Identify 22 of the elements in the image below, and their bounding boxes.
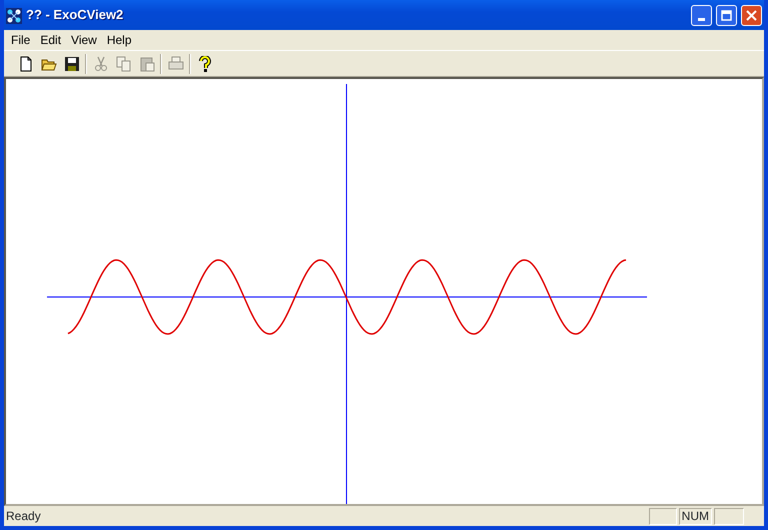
status-pane — [714, 508, 744, 524]
printer-icon — [168, 56, 184, 72]
app-icon — [6, 8, 22, 24]
clipboard-icon — [138, 56, 154, 72]
question-mark-icon — [196, 56, 212, 72]
scissors-icon — [92, 56, 108, 72]
menu-item[interactable]: Edit — [35, 31, 66, 49]
close-icon — [746, 10, 757, 20]
copy-icon — [116, 56, 132, 72]
window-title: ?? - ExoCView2 — [26, 6, 124, 24]
menu-item[interactable]: File — [6, 31, 36, 49]
menu-item[interactable]: View — [66, 31, 102, 49]
maximize-icon — [721, 10, 732, 20]
status-text: Ready — [6, 508, 42, 525]
minimize-button[interactable] — [691, 4, 712, 26]
minimize-icon — [698, 18, 705, 20]
menu-item[interactable]: Help — [102, 31, 137, 49]
status-pane — [648, 508, 677, 524]
status-indicator: NUM — [678, 508, 712, 524]
close-button[interactable] — [741, 4, 762, 26]
maximize-button[interactable] — [716, 4, 737, 26]
new-file-icon — [18, 56, 34, 72]
